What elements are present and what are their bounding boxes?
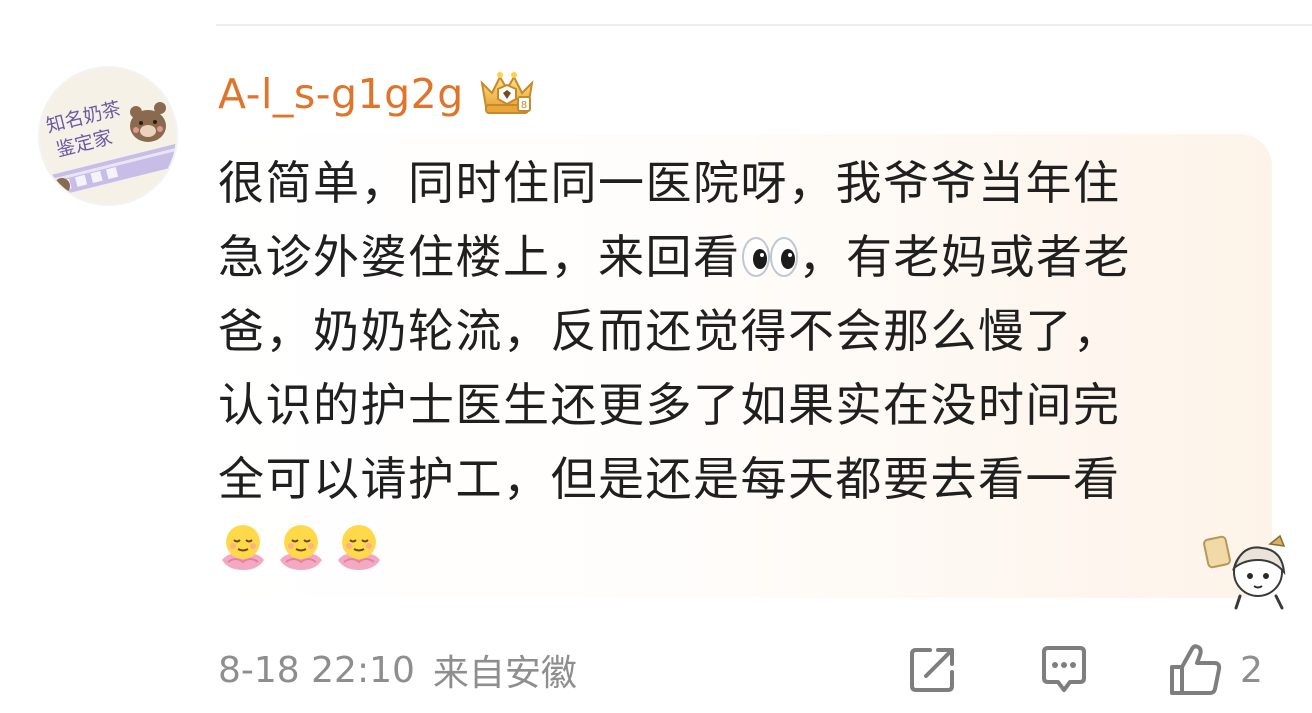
comment-line: 急诊外婆住楼上，来回看 ，有老妈或者老 [218,220,1258,294]
comment-line-part: 急诊外婆住楼上，来回看 [218,230,741,284]
reply-button[interactable] [1036,640,1092,700]
comment-body: 很简单，同时住同一医院呀，我爷爷当年住 急诊外婆住楼上，来回看 ，有老妈或者老 … [218,146,1258,516]
action-bar: 2 [900,640,1280,700]
share-button[interactable] [904,640,960,700]
svg-text:8: 8 [521,100,527,111]
username-row: A-l_s-g1g2g 8 [218,64,538,124]
comment-line: 很简单，同时住同一医院呀，我爷爷当年住 [218,156,1121,210]
location: 来自安徽 [432,653,577,694]
like-count: 2 [1240,649,1263,691]
crown-badge-icon[interactable]: 8 [476,69,538,119]
comment-card: 知名奶茶 鉴定家 A-l_s-g1g2g 8 很简单，同时住同一医院呀，我爷爷当… [0,0,1312,713]
share-icon [910,648,954,692]
blessing-emoji-icon [222,525,264,570]
reply-icon [1042,646,1086,692]
thumbs-up-icon [1170,644,1222,695]
comment-line: 全可以请护工，但是还是每天都要去看一看 [218,452,1121,506]
blessing-emoji-icon [338,525,380,570]
blessing-emoji-icon [280,525,322,570]
comment-line-part: ，有老妈或者老 [798,230,1131,284]
timestamp: 8-18 22:10 [218,649,415,691]
divider [216,24,1312,26]
emoji-row [218,520,384,578]
comment-meta: 8-18 22:10 来自安徽 [218,642,577,698]
comment-line: 爸，奶奶轮流，反而还觉得不会那么慢了， [218,304,1121,358]
avatar[interactable]: 知名奶茶 鉴定家 [40,68,176,204]
eyes-emoji-icon [741,237,798,277]
comment-line: 认识的护士医生还更多了如果实在没时间完 [218,378,1121,432]
like-button[interactable]: 2 [1166,640,1263,700]
bubble-decoration-icon [1203,534,1286,610]
username[interactable]: A-l_s-g1g2g [218,64,464,124]
